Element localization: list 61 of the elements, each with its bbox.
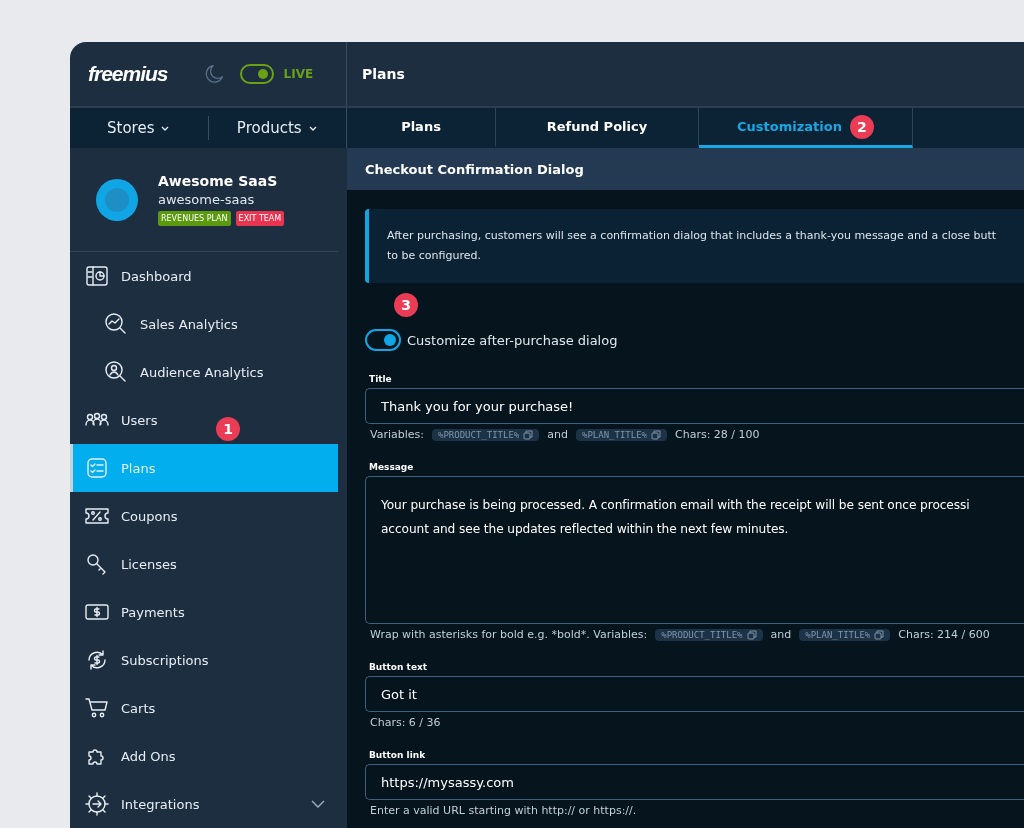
sidebar-item[interactable]: Dashboard <box>70 252 338 300</box>
copy-icon[interactable] <box>746 629 757 640</box>
field-label: Button link <box>369 750 427 760</box>
input-field[interactable]: Got it <box>365 676 1024 712</box>
hint-text: Variables: <box>370 428 424 441</box>
chart-magnifier-icon <box>104 312 128 336</box>
sidebar-item[interactable]: Sales Analytics <box>70 300 338 348</box>
copy-icon[interactable] <box>874 629 885 640</box>
callout-marker: 3 <box>394 293 418 317</box>
info-message: After purchasing, customers will see a confirmation dialog that includes a thank-you message and a close butt to be configured. <box>365 209 1024 283</box>
toggle-label: Customize after-purchase dialog <box>407 332 618 348</box>
copy-icon[interactable] <box>523 429 534 440</box>
hint-text: Enter a valid URL starting with http:// or https://. <box>370 804 637 817</box>
gear-arrow-icon <box>85 792 109 816</box>
moon-icon <box>203 63 226 85</box>
sidebar-item[interactable]: Coupons <box>70 492 338 540</box>
checklist-icon <box>85 456 109 480</box>
sidebar-item[interactable]: Licenses <box>70 540 338 588</box>
sidebar-item[interactable]: Add Ons <box>70 732 338 780</box>
hint-text: Chars: 28 / 100 <box>675 428 760 441</box>
hint-text: and <box>547 428 568 441</box>
section-header: Checkout Confirmation Dialog <box>347 148 1024 190</box>
hint-text: and <box>770 628 792 641</box>
live-label: LIVE <box>283 67 314 81</box>
nav-dropdown[interactable]: Products <box>207 116 346 140</box>
sidebar-item[interactable]: Payments <box>70 588 338 636</box>
sidebar-item[interactable]: Subscriptions <box>70 636 338 684</box>
tag: EXIT TEAM <box>235 211 285 226</box>
page-title: Plans <box>362 66 405 82</box>
input-field[interactable]: Thank you for your purchase! <box>365 388 1024 424</box>
store-avatar <box>96 178 138 221</box>
dashboard-icon <box>85 264 109 288</box>
field-label: Title <box>369 374 393 384</box>
field-label: Button text <box>369 662 429 672</box>
nav-dropdown[interactable]: Stores <box>70 116 208 140</box>
copy-icon[interactable] <box>651 429 661 440</box>
field-label: Message <box>369 462 415 472</box>
sidebar-item[interactable]: Users 1 <box>70 396 338 444</box>
live-toggle[interactable] <box>239 64 274 84</box>
sidebar-item[interactable]: Carts <box>70 684 338 732</box>
variable-chip[interactable]: %PLAN_TITLE% <box>575 428 667 441</box>
store-slug: awesome-saas <box>158 192 256 207</box>
person-magnifier-icon <box>104 360 128 384</box>
hint-text: Chars: 6 / 36 <box>370 716 441 729</box>
message-field[interactable]: Your purchase is being processed. A confirmation email with the receipt will be sent once processi account and see the updates reflected within the next few minutes. <box>365 476 1024 624</box>
sidebar-item[interactable]: Integrations <box>70 780 338 828</box>
variable-chip[interactable]: %PLAN_TITLE% <box>799 628 891 641</box>
store-name: Awesome SaaS <box>158 173 279 189</box>
callout-marker: 1 <box>216 417 240 441</box>
dollar-cycle-icon <box>85 648 109 672</box>
callout-marker: 2 <box>849 114 874 139</box>
variable-chip[interactable]: %PRODUCT_TITLE% <box>432 428 540 441</box>
hint-text: Chars: 214 / 600 <box>898 628 990 641</box>
input-field[interactable]: https://mysassy.com <box>365 764 1024 800</box>
hint-text: Wrap with asterisks for bold e.g. *bold*. Variables: <box>370 628 648 641</box>
cart-icon <box>85 696 109 720</box>
logo[interactable]: freemius <box>88 62 168 86</box>
tag: REVENUES PLAN <box>158 211 231 226</box>
variable-chip[interactable]: %PRODUCT_TITLE% <box>655 628 763 641</box>
sidebar-item[interactable]: Audience Analytics <box>70 348 338 396</box>
toggle-switch[interactable] <box>365 329 401 351</box>
